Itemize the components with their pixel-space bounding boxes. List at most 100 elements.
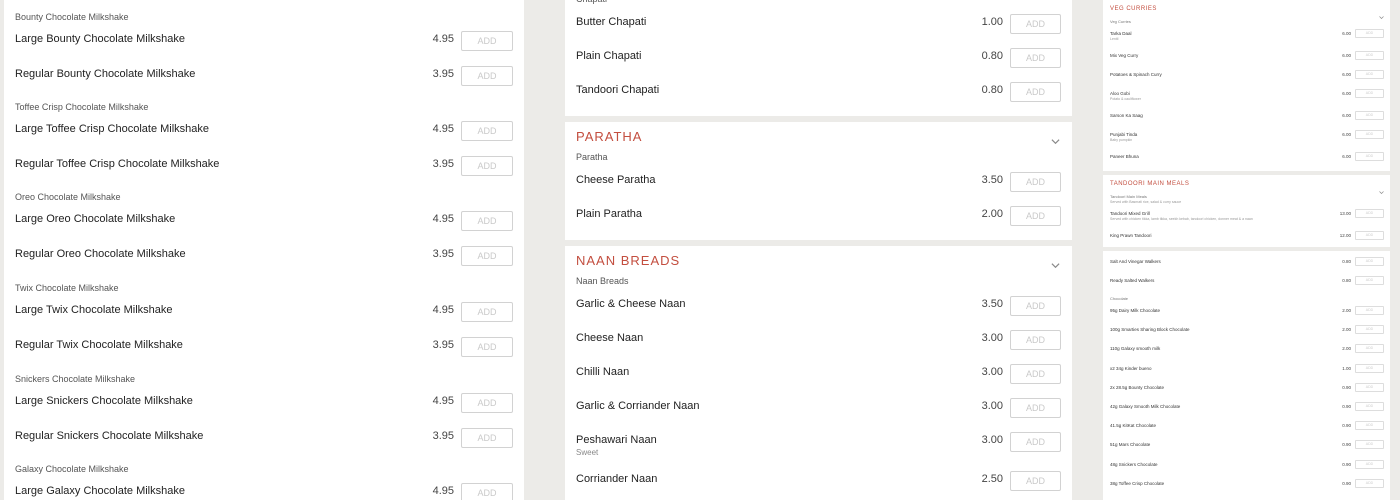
- menu-item-name: Regular Twix Chocolate Milkshake: [15, 339, 183, 351]
- menu-item-name: Large Galaxy Chocolate Milkshake: [15, 485, 185, 497]
- menu-item-name: King Prawn Tandoori: [1110, 233, 1152, 238]
- menu-item-price: 0.90: [1342, 384, 1351, 390]
- add-button[interactable]: ADD: [1010, 14, 1061, 34]
- add-button[interactable]: ADD: [1010, 172, 1061, 192]
- add-button[interactable]: ADD: [461, 393, 513, 413]
- menu-item-price: 6.00: [1342, 53, 1351, 58]
- add-button[interactable]: ADD: [461, 121, 513, 141]
- add-button[interactable]: ADD: [1355, 111, 1384, 120]
- add-button[interactable]: ADD: [1010, 471, 1061, 491]
- menu-item-price: 3.00: [981, 400, 1003, 412]
- menu-item-price: 3.50: [981, 174, 1003, 186]
- add-button[interactable]: ADD: [1355, 344, 1384, 354]
- section-title[interactable]: NAAN BREADS: [576, 253, 680, 268]
- add-button[interactable]: ADD: [1010, 48, 1061, 68]
- add-button[interactable]: ADD: [461, 211, 513, 231]
- add-button[interactable]: ADD: [1355, 152, 1384, 161]
- add-button[interactable]: ADD: [1355, 306, 1384, 315]
- add-button[interactable]: ADD: [1355, 382, 1384, 392]
- add-button[interactable]: ADD: [461, 31, 513, 51]
- tandoori-section: TANDOORI MAIN MEALS Tandoori Main Meals Se…: [1103, 175, 1390, 247]
- add-button[interactable]: ADD: [1010, 432, 1061, 452]
- group-header: Veg Curries: [1110, 19, 1131, 24]
- menu-item-name: Regular Toffee Crisp Chocolate Milkshake: [15, 158, 220, 170]
- menu-item-price: 3.50: [981, 298, 1003, 310]
- chevron-down-icon[interactable]: [1379, 7, 1384, 19]
- group-header: Naan Breads: [576, 276, 629, 286]
- add-button[interactable]: ADD: [1355, 209, 1384, 218]
- section-title[interactable]: TANDOORI MAIN MEALS: [1110, 181, 1189, 187]
- naan-section: NAAN BREADS Naan Breads Garlic & Cheese Na…: [565, 246, 1072, 500]
- menu-item-price: 3.95: [432, 248, 454, 260]
- add-button[interactable]: ADD: [1355, 325, 1384, 335]
- add-button[interactable]: ADD: [461, 302, 513, 322]
- chevron-down-icon[interactable]: [1379, 182, 1384, 194]
- menu-item-name: Plain Chapati: [576, 50, 642, 62]
- add-button[interactable]: ADD: [1355, 276, 1384, 285]
- menu-item-name: Garlic & Corriander Naan: [576, 400, 700, 412]
- menu-item-name: Garlic & Cheese Naan: [576, 298, 686, 310]
- menu-item-price: 3.95: [432, 158, 454, 170]
- menu-item-name: 38g Toffee Crisp Chocolate: [1110, 480, 1165, 486]
- add-button[interactable]: ADD: [1355, 70, 1384, 79]
- add-button[interactable]: ADD: [1355, 478, 1384, 488]
- add-button[interactable]: ADD: [461, 483, 513, 500]
- add-button[interactable]: ADD: [1355, 440, 1384, 450]
- menu-item-price: 0.90: [1342, 404, 1351, 409]
- chevron-down-icon[interactable]: [1051, 133, 1060, 145]
- group-header: Chocolate: [1110, 296, 1129, 301]
- add-button[interactable]: ADD: [1355, 130, 1384, 139]
- menu-item-name: Corriander Naan: [576, 473, 658, 485]
- add-button[interactable]: ADD: [461, 156, 513, 176]
- menu-item-description: Sweet: [576, 448, 599, 457]
- section-title[interactable]: VEG CURRIES: [1110, 6, 1157, 12]
- snacks-section: Salt And Vinegar Walkers 0.80 ADD Ready Sal…: [1103, 251, 1390, 500]
- group-header: Tandoori Main Meals: [1110, 194, 1147, 199]
- menu-item-price: 3.95: [432, 68, 454, 80]
- add-button[interactable]: ADD: [1010, 398, 1061, 418]
- group-header: Paratha: [576, 152, 608, 162]
- add-button[interactable]: ADD: [461, 337, 513, 357]
- menu-item-name: Tandoori Mixed Grill: [1110, 211, 1150, 216]
- paratha-section: PARATHA Paratha Cheese Paratha 3.50 ADD Plain…: [565, 122, 1072, 240]
- add-button[interactable]: ADD: [1355, 402, 1384, 411]
- add-button[interactable]: ADD: [1355, 257, 1384, 266]
- group-header: Oreo Chocolate Milkshake: [15, 192, 121, 202]
- add-button[interactable]: ADD: [1010, 364, 1061, 384]
- add-button[interactable]: ADD: [1010, 296, 1061, 316]
- add-button[interactable]: ADD: [1355, 459, 1384, 469]
- menu-item-price: 2.00: [981, 208, 1003, 220]
- menu-item-name: Cheese Paratha: [576, 174, 656, 186]
- add-button[interactable]: ADD: [1355, 363, 1384, 373]
- chevron-down-icon[interactable]: [1051, 257, 1060, 269]
- menu-item-name: Cheese Naan: [576, 332, 644, 344]
- add-button[interactable]: ADD: [1355, 421, 1384, 431]
- add-button[interactable]: ADD: [461, 428, 513, 448]
- add-button[interactable]: ADD: [1010, 82, 1061, 102]
- add-button[interactable]: ADD: [461, 66, 513, 86]
- menu-item-price: 4.95: [432, 123, 454, 135]
- menu-item-name: Ready Salted Walkers: [1110, 278, 1155, 283]
- menu-item-price: 3.00: [981, 366, 1003, 378]
- breads-menu-column: Chapati Butter Chapati 1.00 ADD Plain Chapat…: [565, 0, 1072, 500]
- add-button[interactable]: ADD: [1355, 89, 1384, 98]
- menu-item-price: 6.00: [1342, 113, 1351, 118]
- add-button[interactable]: ADD: [1355, 51, 1384, 60]
- menu-item-price: 3.95: [432, 339, 454, 351]
- menu-item-name: Large Bounty Chocolate Milkshake: [15, 33, 185, 45]
- menu-item-name: 100g Smarties Sharing Block Chocolate: [1110, 327, 1190, 333]
- group-header: Chapati: [576, 0, 607, 4]
- add-button[interactable]: ADD: [1010, 330, 1061, 350]
- menu-item-name: 48g Snickers Chocolate: [1110, 461, 1158, 467]
- menu-item-price: 0.80: [1342, 259, 1351, 264]
- add-button[interactable]: ADD: [1010, 206, 1061, 226]
- add-button[interactable]: ADD: [461, 246, 513, 266]
- menu-item-name: Salt And Vinegar Walkers: [1110, 259, 1161, 264]
- menu-item-price: 1.00: [1342, 365, 1351, 371]
- add-button[interactable]: ADD: [1355, 29, 1384, 38]
- menu-item-name: Paneer Bhuna: [1110, 154, 1139, 159]
- menu-item-name: Large Toffee Crisp Chocolate Milkshake: [15, 123, 210, 135]
- menu-item-price: 2.00: [1342, 346, 1351, 352]
- section-title[interactable]: PARATHA: [576, 129, 642, 144]
- add-button[interactable]: ADD: [1355, 231, 1384, 240]
